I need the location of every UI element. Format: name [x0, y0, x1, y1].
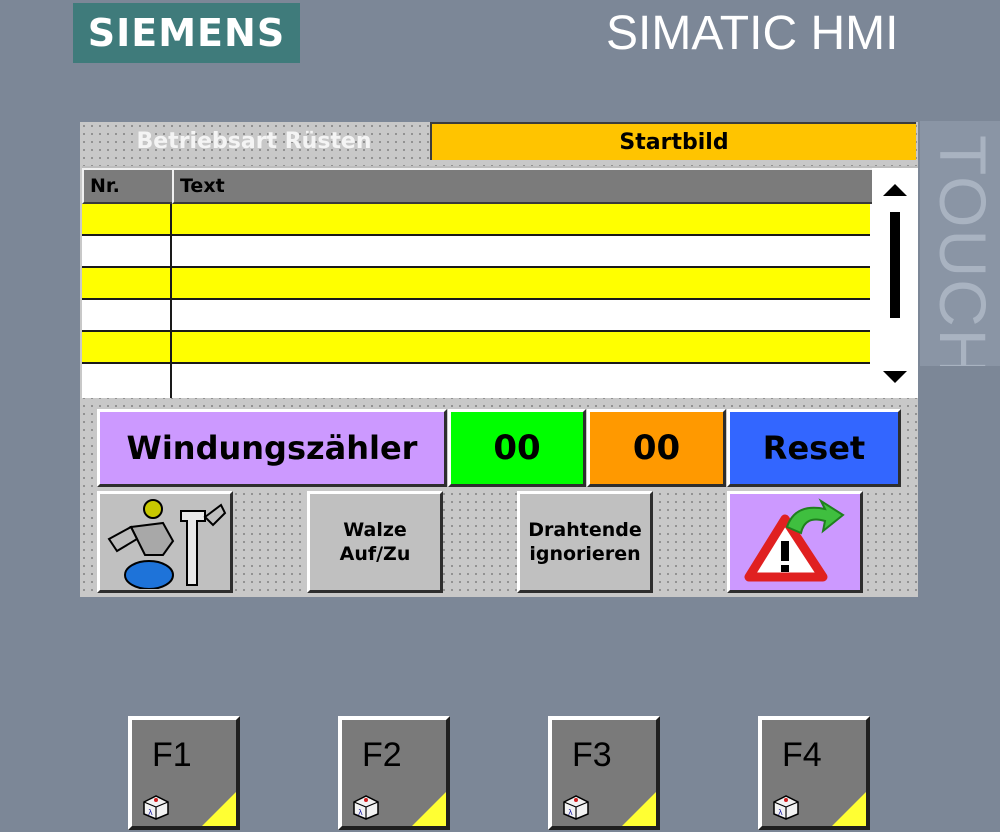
draht-line-1: Drahtende	[528, 519, 642, 541]
svg-text:λ: λ	[358, 808, 363, 817]
wire-end-ignore-button[interactable]: Drahtende ignorieren	[517, 491, 653, 593]
walze-line-2: Auf/Zu	[339, 543, 411, 565]
svg-text:λ: λ	[148, 808, 153, 817]
fkey-corner-marker	[832, 792, 866, 826]
table-row[interactable]	[82, 332, 870, 364]
function-key-f4[interactable]: F4 λ	[758, 716, 870, 830]
column-divider	[170, 204, 172, 398]
table-row[interactable]	[82, 364, 870, 396]
fkey-corner-marker	[412, 792, 446, 826]
mode-label: Betriebsart Rüsten	[136, 128, 372, 154]
alarm-list[interactable]: Nr. Text	[82, 166, 918, 398]
touch-label-text: TOUCH	[926, 135, 1000, 366]
fkey-label: F4	[782, 736, 822, 774]
draht-line-2: ignorieren	[529, 543, 641, 565]
scroll-up-icon[interactable]	[883, 184, 907, 196]
screen-title: Startbild	[430, 122, 916, 160]
function-key-f1[interactable]: F1 λ	[128, 716, 240, 830]
reset-button[interactable]: Reset	[727, 409, 901, 487]
walze-line-1: Walze	[343, 519, 407, 541]
scroll-thumb[interactable]	[890, 212, 900, 318]
walze-toggle-button[interactable]: Walze Auf/Zu	[307, 491, 443, 593]
column-header-nr[interactable]: Nr.	[82, 168, 172, 204]
table-row[interactable]	[82, 268, 870, 300]
device-lambda-icon: λ	[563, 795, 589, 820]
function-key-f2[interactable]: F2 λ	[338, 716, 450, 830]
fkey-label: F3	[572, 736, 612, 774]
table-row[interactable]	[82, 236, 870, 268]
fkey-corner-marker	[622, 792, 656, 826]
alarm-acknowledge-icon	[744, 498, 845, 582]
touch-label: TOUCH	[920, 121, 1000, 366]
device-lambda-icon: λ	[143, 795, 169, 820]
fkey-corner-marker	[202, 792, 236, 826]
winding-counter-value-2: 00	[587, 409, 726, 487]
column-header-text[interactable]: Text	[172, 168, 872, 204]
device-lambda-icon: λ	[773, 795, 799, 820]
winding-counter-label: Windungszähler	[97, 409, 447, 487]
table-row[interactable]	[82, 300, 870, 332]
device-lambda-icon: λ	[353, 795, 379, 820]
hmi-screen: Betriebsart Rüsten Startbild Nr. Text Wi…	[80, 122, 918, 597]
product-title: SIMATIC HMI	[606, 7, 899, 60]
winding-counter-value-1: 00	[448, 409, 586, 487]
svg-text:λ: λ	[568, 808, 573, 817]
service-button[interactable]	[97, 491, 233, 593]
svg-text:λ: λ	[778, 808, 783, 817]
service-technician-icon	[107, 499, 227, 589]
scrollbar[interactable]	[872, 168, 918, 398]
function-key-f3[interactable]: F3 λ	[548, 716, 660, 830]
alarm-acknowledge-button[interactable]	[727, 491, 863, 593]
table-row[interactable]	[82, 204, 870, 236]
fkey-label: F2	[362, 736, 402, 774]
fkey-label: F1	[152, 736, 192, 774]
scroll-down-icon[interactable]	[883, 371, 907, 383]
siemens-logo: SIEMENS	[73, 3, 300, 63]
